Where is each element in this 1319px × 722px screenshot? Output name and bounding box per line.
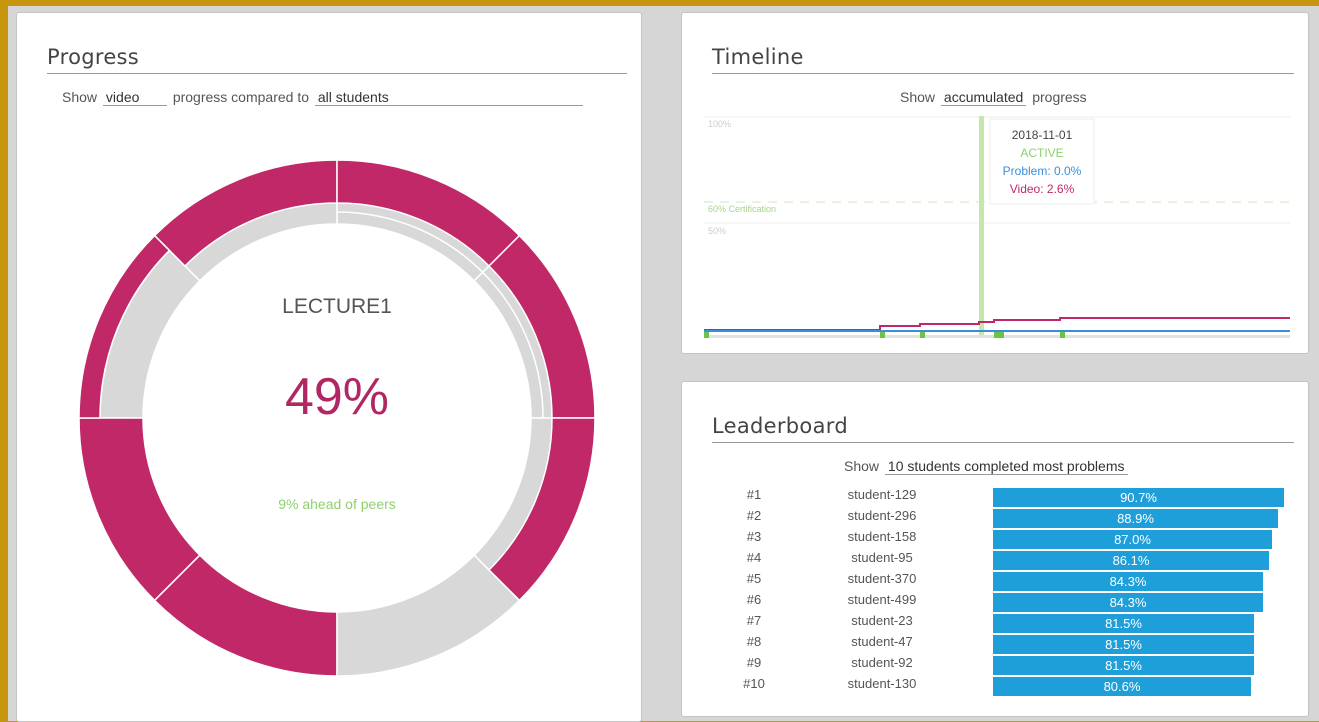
tooltip-video: Video: 2.6% [1010, 182, 1075, 196]
progress-title-rule [47, 73, 627, 74]
leaderboard-student-name: student-499 [847, 592, 917, 607]
progress-compare-select[interactable]: all students [314, 89, 583, 106]
peer-comparison-text: 9% ahead of peers [278, 496, 396, 512]
leaderboard-rank: #7 [746, 613, 762, 628]
axis-label-50: 50% [708, 226, 726, 236]
leaderboard-row[interactable]: #10 student-130 80.6% [682, 676, 1310, 696]
leaderboard-score-bar: 84.3% [993, 572, 1263, 591]
leaderboard-rank: #4 [746, 550, 762, 565]
leaderboard-row[interactable]: #5 student-370 84.3% [682, 571, 1310, 591]
tooltip-date: 2018-11-01 [1012, 128, 1073, 142]
tooltip-status: ACTIVE [1020, 146, 1063, 160]
timeline-suffix-label: progress [1032, 89, 1087, 105]
activity-tick [1060, 332, 1065, 338]
progress-metric-select[interactable]: video [102, 89, 167, 106]
leaderboard-score-bar: 84.3% [993, 593, 1263, 612]
leaderboard-score-bar: 90.7% [993, 488, 1284, 507]
activity-tick [920, 332, 925, 338]
lecture-label: LECTURE1 [282, 295, 392, 318]
leaderboard-rank: #1 [746, 487, 762, 502]
leaderboard-score-bar: 80.6% [993, 677, 1251, 696]
timeline-chart[interactable]: 100% 50% 60% Certification 2018-11-01 AC… [704, 116, 1290, 340]
leaderboard-row[interactable]: #6 student-499 84.3% [682, 592, 1310, 612]
timeline-title: Timeline [712, 45, 804, 69]
leaderboard-rank: #6 [746, 592, 762, 607]
tooltip-problem: Problem: 0.0% [1003, 164, 1082, 178]
leaderboard-student-name: student-95 [851, 550, 913, 565]
leaderboard-title-rule [712, 442, 1294, 443]
timeline-mode-select[interactable]: accumulated [940, 89, 1027, 106]
leaderboard-title: Leaderboard [712, 414, 848, 438]
leaderboard-row[interactable]: #9 student-92 81.5% [682, 655, 1310, 675]
donut-inner-segment [336, 554, 521, 677]
leaderboard-controls: Show 10 students completed most problems [844, 458, 1130, 475]
leaderboard-rank: #9 [746, 655, 762, 670]
certification-label: 60% Certification [708, 204, 776, 214]
leaderboard-student-name: student-47 [851, 634, 913, 649]
leaderboard-student-name: student-370 [847, 571, 917, 586]
leaderboard-row[interactable]: #4 student-95 86.1% [682, 550, 1310, 570]
leaderboard-student-name: student-129 [847, 487, 917, 502]
leaderboard-student-name: student-23 [851, 613, 913, 628]
leaderboard-row[interactable]: #2 student-296 88.9% [682, 508, 1310, 528]
leaderboard-score-bar: 81.5% [993, 635, 1254, 654]
timeline-show-label: Show [900, 89, 936, 105]
leaderboard-rank: #8 [746, 634, 762, 649]
leaderboard-score-bar: 81.5% [993, 656, 1254, 675]
leaderboard-student-name: student-130 [847, 676, 917, 691]
leaderboard-row[interactable]: #1 student-129 90.7% [682, 487, 1310, 507]
leaderboard-score-bar: 87.0% [993, 530, 1272, 549]
leaderboard-student-name: student-92 [851, 655, 913, 670]
leaderboard-selector[interactable]: 10 students completed most problems [884, 458, 1128, 475]
timeline-tooltip: 2018-11-01 ACTIVE Problem: 0.0% Video: 2… [989, 118, 1095, 205]
leaderboard-score-bar: 81.5% [993, 614, 1254, 633]
progress-show-label: Show [62, 89, 98, 105]
progress-title: Progress [47, 45, 140, 69]
activity-tick [994, 332, 1004, 338]
leaderboard-show-label: Show [844, 458, 880, 474]
timeline-panel: Timeline Show accumulated progress 100% … [681, 12, 1309, 354]
progress-percent: 49% [284, 368, 390, 426]
progress-controls: Show video progress compared to all stud… [62, 89, 585, 106]
leaderboard-rank: #5 [746, 571, 762, 586]
leaderboard-row[interactable]: #3 student-158 87.0% [682, 529, 1310, 549]
activity-tick [704, 332, 709, 338]
leaderboard-panel: Leaderboard Show 10 students completed m… [681, 381, 1309, 717]
donut-filled-segment [153, 554, 338, 677]
video-progress-line [704, 317, 1290, 331]
leaderboard-score-bar: 88.9% [993, 509, 1278, 528]
leaderboard-student-name: student-296 [847, 508, 917, 523]
leaderboard-rank: #10 [743, 676, 765, 691]
progress-panel: Progress Show video progress compared to… [16, 12, 642, 722]
axis-label-100: 100% [708, 119, 731, 129]
timeline-controls: Show accumulated progress [900, 89, 1087, 106]
leaderboard-row[interactable]: #8 student-47 81.5% [682, 634, 1310, 654]
active-day-marker [979, 116, 984, 336]
progress-compare-label: progress compared to [172, 89, 309, 105]
activity-tick [880, 332, 885, 338]
leaderboard-score-bar: 86.1% [993, 551, 1269, 570]
leaderboard-rank: #2 [746, 508, 762, 523]
leaderboard-rank: #3 [746, 529, 762, 544]
leaderboard-row[interactable]: #7 student-23 81.5% [682, 613, 1310, 633]
leaderboard-student-name: student-158 [847, 529, 917, 544]
timeline-title-rule [712, 73, 1294, 74]
